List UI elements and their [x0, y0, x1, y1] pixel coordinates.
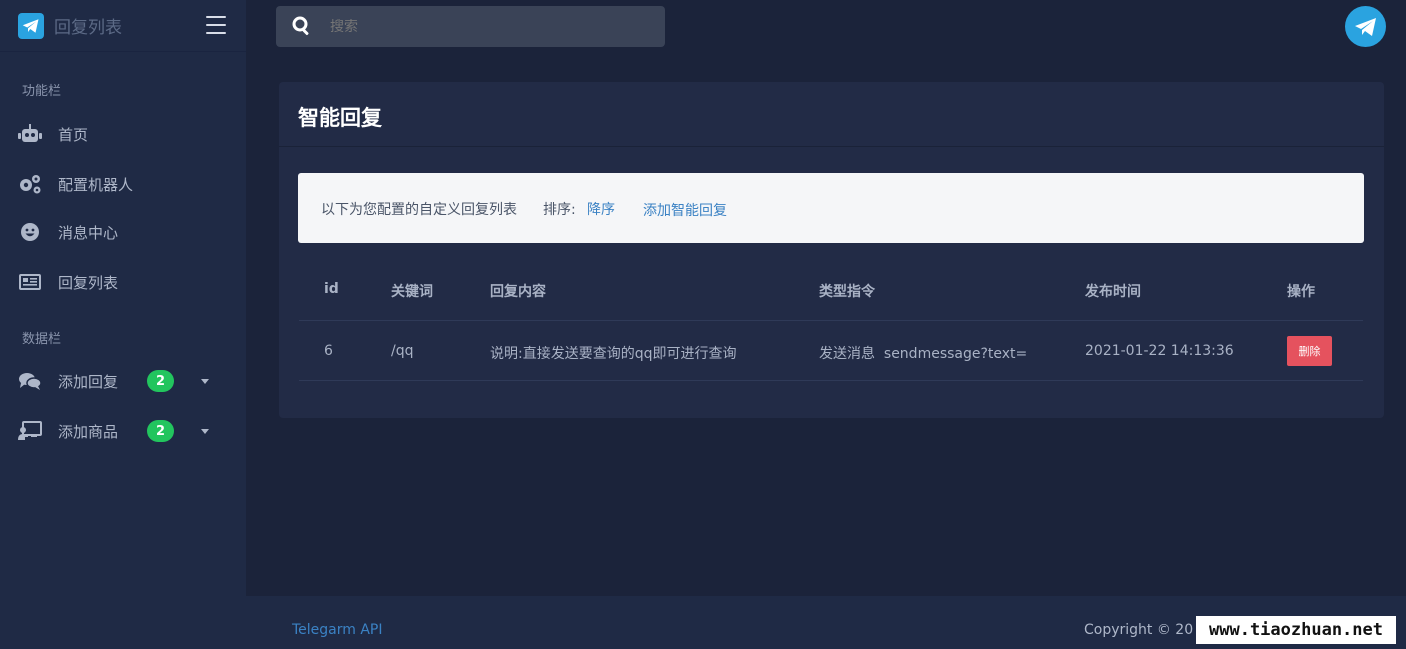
smart-reply-card: 智能回复 以下为您配置的自定义回复列表 排序: 降序 添加智能回复 id 关键词…	[279, 82, 1384, 418]
sidebar-item-config-bot[interactable]: 配置机器人	[0, 166, 246, 202]
sidebar-item-messages[interactable]: 消息中心	[0, 214, 246, 250]
sidebar-item-label: 消息中心	[58, 223, 119, 242]
delete-button[interactable]: 删除	[1287, 336, 1332, 366]
sidebar-item-label: 回复列表	[58, 273, 119, 292]
telegram-logo-icon	[18, 12, 44, 39]
sort-desc-link[interactable]: 降序	[587, 199, 615, 219]
list-icon	[18, 271, 42, 293]
section-label-data: 数据栏	[22, 332, 62, 347]
column-header-content: 回复内容	[490, 284, 546, 300]
count-badge: 2	[147, 420, 174, 442]
sidebar-item-add-product[interactable]: 添加商品 2	[0, 413, 246, 449]
info-text: 以下为您配置的自定义回复列表	[321, 202, 517, 218]
column-header-action: 操作	[1287, 284, 1315, 300]
search-input[interactable]	[330, 18, 650, 35]
cell-time: 2021-01-22 14:13:36	[1085, 343, 1234, 359]
column-header-type: 类型指令	[819, 284, 875, 300]
copyright-text: Copyright © 20	[1084, 622, 1194, 638]
cell-keyword: /qq	[391, 343, 414, 359]
cell-id: 6	[324, 343, 333, 359]
smile-icon	[18, 221, 42, 243]
column-header-id: id	[324, 281, 339, 297]
table-divider	[299, 320, 1363, 321]
sidebar-item-label: 添加回复	[58, 372, 119, 391]
divider	[279, 146, 1384, 147]
watermark: www.tiaozhuan.net	[1196, 616, 1396, 644]
table-divider	[299, 380, 1363, 381]
info-box: 以下为您配置的自定义回复列表 排序: 降序 添加智能回复	[298, 173, 1364, 243]
sidebar-item-add-reply[interactable]: 添加回复 2	[0, 363, 246, 399]
comments-icon	[18, 370, 42, 392]
sidebar-item-label: 配置机器人	[58, 175, 134, 194]
section-label-function: 功能栏	[22, 84, 62, 99]
robot-icon	[18, 123, 42, 145]
page-title: 智能回复	[298, 106, 382, 130]
telegram-api-link[interactable]: Telegarm API	[292, 622, 383, 638]
gears-icon	[18, 173, 42, 195]
sidebar: 回复列表 功能栏 首页 配置机器人 消息中心 回复列表 数据栏 添加回复 2 添…	[0, 0, 246, 649]
sort-label: 排序:	[543, 202, 576, 218]
sidebar-item-label: 添加商品	[58, 422, 119, 441]
column-header-time: 发布时间	[1085, 284, 1141, 300]
menu-toggle-icon[interactable]	[206, 16, 226, 34]
add-smart-reply-link[interactable]: 添加智能回复	[643, 200, 727, 220]
telegram-avatar-icon[interactable]	[1345, 6, 1386, 47]
sidebar-item-home[interactable]: 首页	[0, 116, 246, 152]
sidebar-item-reply-list[interactable]: 回复列表	[0, 264, 246, 300]
count-badge: 2	[147, 370, 174, 392]
presentation-icon	[18, 420, 42, 442]
search-icon	[292, 16, 312, 40]
chevron-down-icon[interactable]	[201, 378, 209, 384]
column-header-keyword: 关键词	[391, 284, 433, 300]
cell-type: 发送消息 sendmessage?text=	[819, 346, 1028, 362]
app-root: 回复列表 功能栏 首页 配置机器人 消息中心 回复列表 数据栏 添加回复 2 添…	[0, 0, 1406, 649]
sidebar-item-label: 首页	[58, 125, 89, 144]
search-bar[interactable]	[276, 6, 665, 47]
brand-title: 回复列表	[54, 18, 122, 38]
cell-content: 说明:直接发送要查询的qq即可进行查询	[490, 346, 737, 362]
chevron-down-icon[interactable]	[201, 428, 209, 434]
